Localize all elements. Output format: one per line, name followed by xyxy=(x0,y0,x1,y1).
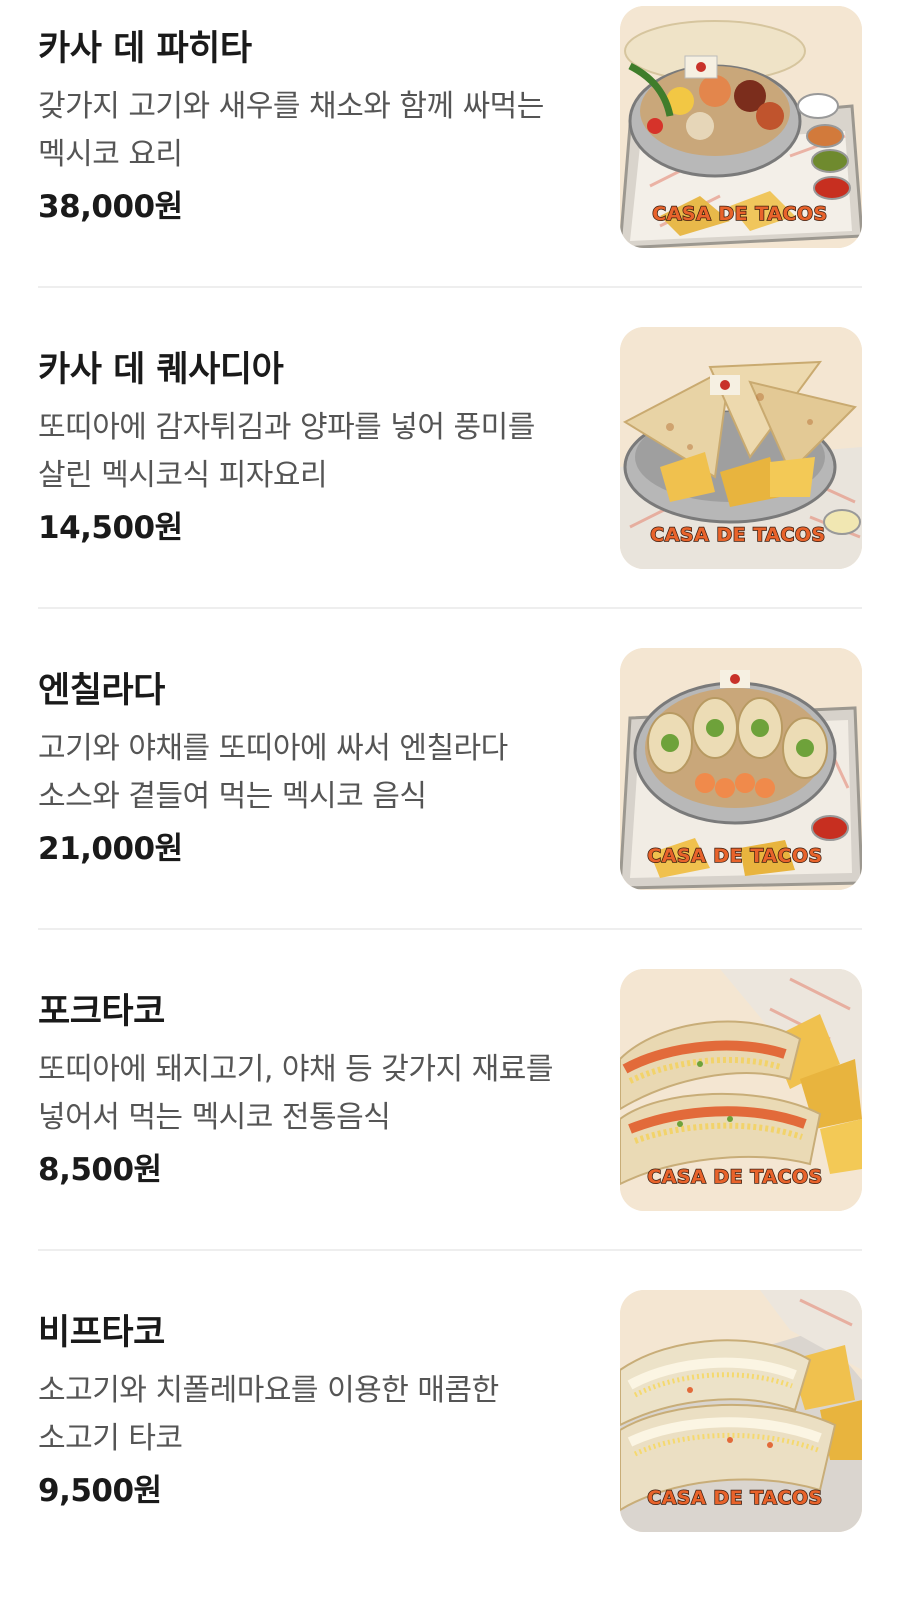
brand-logo-text: CASA DE TACOS xyxy=(647,1487,823,1509)
menu-item-name: 카사 데 퀘사디아 xyxy=(38,350,284,390)
menu-item-name: 비프타코 xyxy=(38,1313,165,1353)
fajita-platter-illustration: CASA DE TACOS xyxy=(620,6,862,248)
enchilada-illustration: CASA DE TACOS xyxy=(620,648,862,890)
quesadilla-illustration: CASA DE TACOS xyxy=(620,327,862,569)
quesadilla-photo[interactable]: CASA DE TACOS xyxy=(620,327,862,569)
menu-item-description: 또띠아에 감자튀김과 양파를 넣어 풍미를 살린 멕시코식 피자요리 xyxy=(38,410,535,493)
brand-logo-text: CASA DE TACOS xyxy=(647,845,823,867)
menu-item-price: 38,000원 xyxy=(38,189,183,225)
divider xyxy=(38,1249,862,1251)
menu-item-text: 카사 데 퀘사디아 또띠아에 감자튀김과 양파를 넣어 풍미를 살린 멕시코식 … xyxy=(38,346,588,550)
brand-logo-text: CASA DE TACOS xyxy=(647,1166,823,1188)
divider xyxy=(38,928,862,930)
menu-item-beef-taco[interactable]: 비프타코 소고기와 치폴레마요를 이용한 매콤한 소고기 타코 9,500원 C… xyxy=(0,1284,900,1605)
menu-item-price: 21,000원 xyxy=(38,831,183,867)
menu-item-price: 9,500원 xyxy=(38,1473,162,1509)
pork-taco-illustration: CASA DE TACOS xyxy=(620,969,862,1211)
enchilada-photo[interactable]: CASA DE TACOS xyxy=(620,648,862,890)
menu-item-price: 14,500원 xyxy=(38,510,183,546)
menu-item-name: 카사 데 파히타 xyxy=(38,29,252,69)
pork-taco-photo[interactable]: CASA DE TACOS xyxy=(620,969,862,1211)
beef-taco-photo[interactable]: CASA DE TACOS xyxy=(620,1290,862,1532)
menu-item-quesadilla[interactable]: 카사 데 퀘사디아 또띠아에 감자튀김과 양파를 넣어 풍미를 살린 멕시코식 … xyxy=(0,321,900,642)
menu-item-name: 포크타코 xyxy=(38,992,165,1032)
fajita-platter-photo[interactable]: CASA DE TACOS xyxy=(620,6,862,248)
menu-item-enchilada[interactable]: 엔칠라다 고기와 야채를 또띠아에 싸서 엔칠라다 소스와 곁들여 먹는 멕시코… xyxy=(0,642,900,963)
divider xyxy=(38,607,862,609)
menu-item-description: 갖가지 고기와 새우를 채소와 함께 싸먹는 멕시코 요리 xyxy=(38,89,544,172)
menu-item-text: 엔칠라다 고기와 야채를 또띠아에 싸서 엔칠라다 소스와 곁들여 먹는 멕시코… xyxy=(38,667,588,871)
brand-logo-text: CASA DE TACOS xyxy=(652,203,828,225)
menu-item-text: 카사 데 파히타 갖가지 고기와 새우를 채소와 함께 싸먹는 멕시코 요리 3… xyxy=(38,25,588,229)
beef-taco-illustration: CASA DE TACOS xyxy=(620,1290,862,1532)
menu-item-text: 포크타코 또띠아에 돼지고기, 야채 등 갖가지 재료를 넣어서 먹는 멕시코 … xyxy=(38,988,588,1192)
menu-item-name: 엔칠라다 xyxy=(38,671,165,711)
brand-logo-text: CASA DE TACOS xyxy=(650,524,826,546)
divider xyxy=(38,286,862,288)
menu-item-description: 또띠아에 돼지고기, 야채 등 갖가지 재료를 넣어서 먹는 멕시코 전통음식 xyxy=(38,1052,553,1135)
menu-item-description: 소고기와 치폴레마요를 이용한 매콤한 소고기 타코 xyxy=(38,1373,499,1456)
menu-item-pork-taco[interactable]: 포크타코 또띠아에 돼지고기, 야채 등 갖가지 재료를 넣어서 먹는 멕시코 … xyxy=(0,963,900,1284)
menu-item-fajita[interactable]: 카사 데 파히타 갖가지 고기와 새우를 채소와 함께 싸먹는 멕시코 요리 3… xyxy=(0,0,900,321)
menu-item-description: 고기와 야채를 또띠아에 싸서 엔칠라다 소스와 곁들여 먹는 멕시코 음식 xyxy=(38,731,508,814)
menu-item-text: 비프타코 소고기와 치폴레마요를 이용한 매콤한 소고기 타코 9,500원 xyxy=(38,1309,588,1513)
menu-item-price: 8,500원 xyxy=(38,1152,162,1188)
